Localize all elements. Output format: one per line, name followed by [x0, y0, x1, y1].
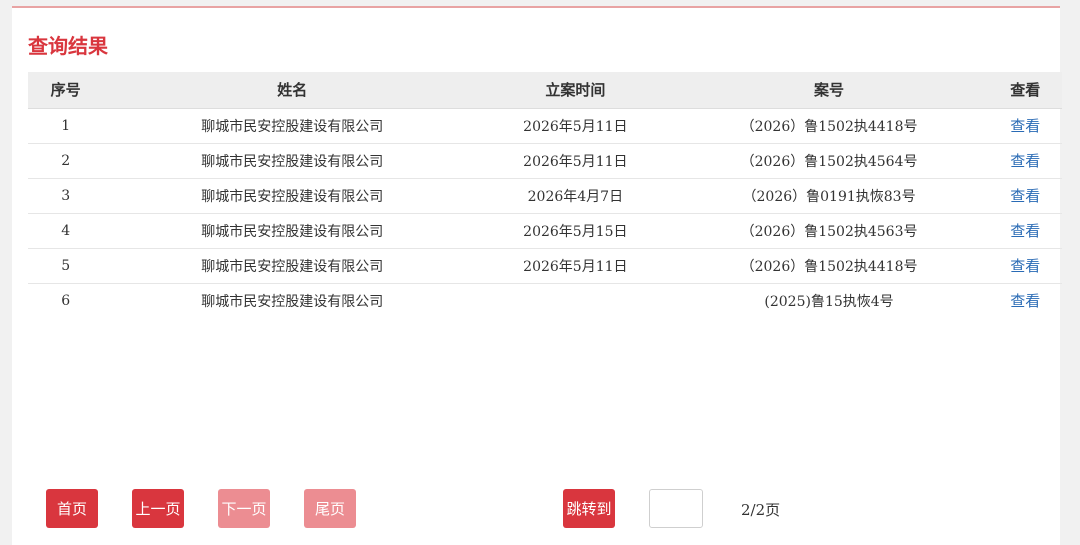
table-row: 2 聊城市民安控股建设有限公司 2026年5月11日 （2026）鲁1502执4… [28, 143, 1062, 178]
cell-name: 聊城市民安控股建设有限公司 [201, 153, 384, 170]
cell-index: 6 [61, 292, 71, 309]
page-title: 查询结果 [28, 34, 108, 58]
cell-name: 聊城市民安控股建设有限公司 [201, 258, 384, 275]
view-link[interactable]: 查看 [1010, 257, 1040, 275]
prev-page-button[interactable]: 上一页 [132, 489, 184, 528]
cell-case-number: （2026）鲁1502执4418号 [740, 118, 918, 135]
table-header-row: 序号 姓名 立案时间 案号 查看 [28, 72, 1062, 109]
table-row: 4 聊城市民安控股建设有限公司 2026年5月15日 （2026）鲁1502执4… [28, 213, 1062, 248]
cell-case-number: （2026）鲁1502执4418号 [740, 258, 918, 275]
view-link[interactable]: 查看 [1010, 152, 1040, 170]
cell-index: 2 [61, 152, 71, 169]
cell-case-number: (2025)鲁15执恢4号 [764, 293, 894, 310]
header-index: 序号 [28, 72, 104, 109]
jump-to-page-button[interactable]: 跳转到 [563, 489, 615, 528]
header-name: 姓名 [103, 72, 482, 109]
cell-index: 1 [61, 117, 71, 134]
view-link[interactable]: 查看 [1010, 187, 1040, 205]
results-panel: 查询结果 序号 姓名 立案时间 案号 查看 1 聊城市民安控股建设有限公司 20… [12, 6, 1062, 545]
results-table: 序号 姓名 立案时间 案号 查看 1 聊城市民安控股建设有限公司 2026年5月… [28, 72, 1062, 318]
cell-case-number: （2026）鲁0191执恢83号 [742, 188, 916, 205]
cell-index: 3 [61, 187, 71, 204]
cell-index: 4 [61, 222, 71, 239]
view-link[interactable]: 查看 [1010, 222, 1040, 240]
cell-name: 聊城市民安控股建设有限公司 [201, 293, 384, 310]
cell-date: 2026年5月11日 [523, 153, 628, 170]
cell-date: 2026年5月11日 [523, 258, 628, 275]
cell-name: 聊城市民安控股建设有限公司 [201, 118, 384, 135]
cell-case-number: （2026）鲁1502执4564号 [740, 153, 918, 170]
cell-name: 聊城市民安控股建设有限公司 [201, 188, 384, 205]
table-row: 3 聊城市民安控股建设有限公司 2026年4月7日 （2026）鲁0191执恢8… [28, 178, 1062, 213]
first-page-button[interactable]: 首页 [46, 489, 98, 528]
header-filing-date: 立案时间 [481, 72, 670, 109]
cell-date [481, 283, 669, 318]
cell-date: 2026年5月11日 [523, 118, 628, 135]
table-row: 6 聊城市民安控股建设有限公司 (2025)鲁15执恢4号 查看 [28, 283, 1062, 318]
table-row: 5 聊城市民安控股建设有限公司 2026年5月11日 （2026）鲁1502执4… [28, 248, 1062, 283]
next-page-button: 下一页 [218, 489, 270, 528]
last-page-button: 尾页 [304, 489, 356, 528]
cell-case-number: （2026）鲁1502执4563号 [740, 223, 918, 240]
table-row: 1 聊城市民安控股建设有限公司 2026年5月11日 （2026）鲁1502执4… [28, 108, 1062, 143]
cell-date: 2026年4月7日 [527, 188, 624, 205]
page-info: 2/2页 [741, 501, 781, 519]
header-view: 查看 [988, 72, 1062, 109]
cell-date: 2026年5月15日 [523, 223, 628, 240]
cell-name: 聊城市民安控股建设有限公司 [201, 223, 384, 240]
header-case-number: 案号 [669, 72, 989, 109]
cell-index: 5 [61, 257, 71, 274]
view-link[interactable]: 查看 [1010, 117, 1040, 135]
page-number-input[interactable] [649, 489, 703, 528]
view-link[interactable]: 查看 [1010, 292, 1040, 310]
